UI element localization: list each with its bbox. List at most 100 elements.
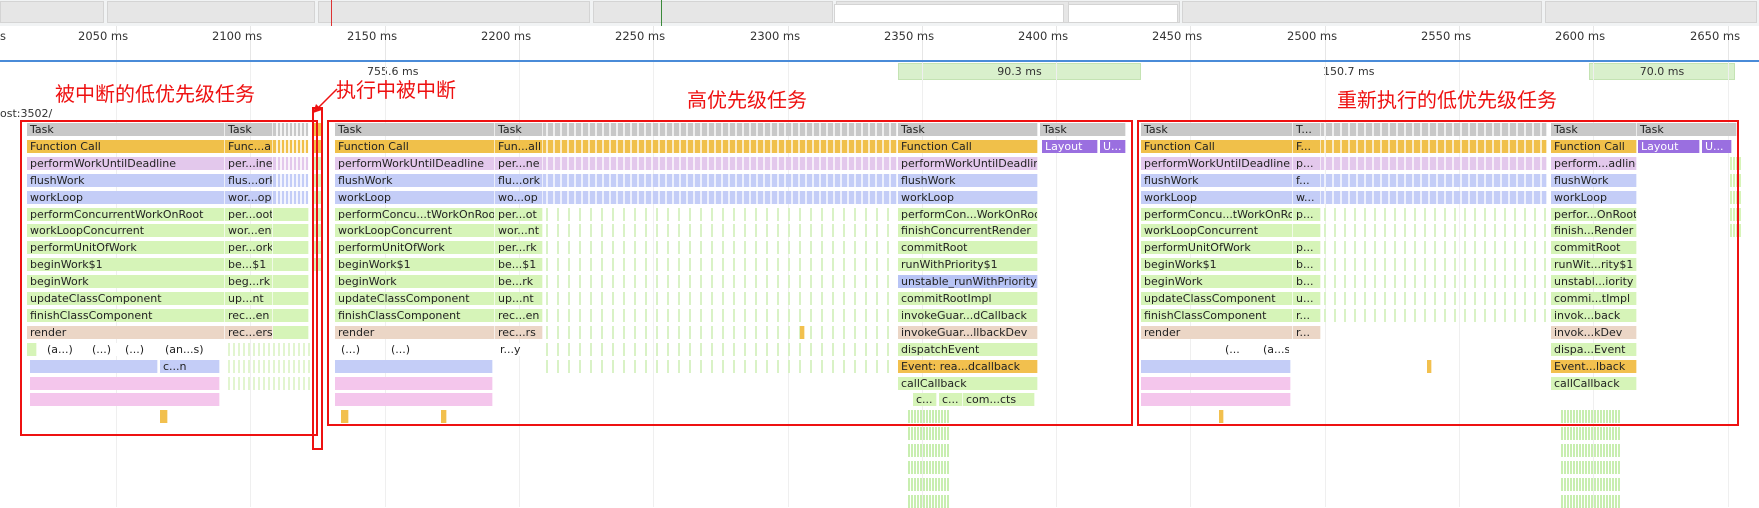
flame-micro-frame <box>947 444 949 457</box>
flame-micro-frame <box>1618 495 1620 508</box>
flame-micro-frame <box>911 427 913 440</box>
flame-micro-frame <box>926 444 928 457</box>
frames-track[interactable]: 755.6 ms 90.3 ms 150.7 ms 70.0 ms <box>0 62 1759 84</box>
flame-micro-frame <box>914 461 916 474</box>
flame-micro-frame <box>1591 444 1593 457</box>
ruler-tick-label: 2450 ms <box>1152 29 1203 43</box>
flame-micro-frame <box>911 478 913 491</box>
flame-micro-frame <box>1609 495 1611 508</box>
ruler-tick-label: 2500 ms <box>1287 29 1338 43</box>
flame-micro-frame <box>1615 478 1617 491</box>
overview-strip[interactable] <box>0 0 1759 27</box>
ruler-tick-label: 2150 ms <box>347 29 398 43</box>
flame-micro-frame <box>932 427 934 440</box>
flame-micro-frame <box>1561 461 1563 474</box>
flame-micro-frame <box>932 478 934 491</box>
flame-micro-frame <box>1561 495 1563 508</box>
flame-micro-frame <box>914 444 916 457</box>
flame-micro-frame <box>917 444 919 457</box>
flame-micro-frame <box>1603 495 1605 508</box>
flame-micro-frame <box>926 495 928 508</box>
flame-micro-frame <box>935 461 937 474</box>
frame-duration: 150.7 ms <box>1323 65 1375 78</box>
flame-micro-frame <box>1582 478 1584 491</box>
flame-micro-frame <box>1564 495 1566 508</box>
flame-micro-frame <box>944 461 946 474</box>
ruler-tick-label: 2200 ms <box>481 29 532 43</box>
flame-micro-frame <box>1573 461 1575 474</box>
flame-micro-frame <box>1609 444 1611 457</box>
flame-micro-frame <box>1576 427 1578 440</box>
flame-micro-frame <box>1582 444 1584 457</box>
flame-micro-frame <box>926 427 928 440</box>
flame-micro-frame <box>1567 478 1569 491</box>
flame-micro-frame <box>911 444 913 457</box>
flame-micro-frame <box>1570 461 1572 474</box>
flame-micro-frame <box>1615 461 1617 474</box>
flame-micro-frame <box>1567 427 1569 440</box>
flame-micro-frame <box>1579 495 1581 508</box>
flame-micro-frame <box>917 427 919 440</box>
ruler-tick-label: 2300 ms <box>750 29 801 43</box>
flame-micro-frame <box>1618 444 1620 457</box>
flame-micro-frame <box>1588 478 1590 491</box>
annotation-box-interrupted-during <box>312 107 323 450</box>
flame-micro-frame <box>1573 495 1575 508</box>
flame-micro-frame <box>1594 478 1596 491</box>
flame-micro-frame <box>932 461 934 474</box>
flame-micro-frame <box>1739 208 1741 221</box>
ruler-tick-label: 2100 ms <box>212 29 263 43</box>
flame-micro-frame <box>1585 461 1587 474</box>
flame-micro-frame <box>1594 427 1596 440</box>
flame-micro-frame <box>1597 427 1599 440</box>
flame-micro-frame <box>929 461 931 474</box>
flame-micro-frame <box>1612 444 1614 457</box>
flame-micro-frame <box>938 461 940 474</box>
flame-micro-frame <box>1564 427 1566 440</box>
flame-micro-frame <box>920 427 922 440</box>
flame-micro-frame <box>944 478 946 491</box>
flame-micro-frame <box>938 478 940 491</box>
flame-micro-frame <box>1561 444 1563 457</box>
flame-micro-frame <box>1564 444 1566 457</box>
flame-micro-frame <box>914 478 916 491</box>
flame-micro-frame <box>926 478 928 491</box>
flame-micro-frame <box>1573 427 1575 440</box>
flame-micro-frame <box>920 478 922 491</box>
flame-micro-frame <box>1612 495 1614 508</box>
overview-segment <box>593 1 833 23</box>
flame-micro-frame <box>938 444 940 457</box>
flame-micro-frame <box>917 495 919 508</box>
flame-micro-frame <box>911 461 913 474</box>
ruler-edge-label: s <box>0 29 6 43</box>
flame-micro-frame <box>1606 495 1608 508</box>
flame-micro-frame <box>1618 478 1620 491</box>
flame-micro-frame <box>1576 461 1578 474</box>
ruler-tick-label: 2350 ms <box>884 29 935 43</box>
flame-micro-frame <box>908 427 910 440</box>
flame-micro-frame <box>941 478 943 491</box>
flame-micro-frame <box>1612 478 1614 491</box>
time-ruler[interactable]: s 2050 ms 2100 ms 2150 ms 2200 ms 2250 ms 230… <box>0 26 1759 62</box>
flame-micro-frame <box>1615 495 1617 508</box>
overview-selection <box>834 4 1064 23</box>
flame-micro-frame <box>929 444 931 457</box>
flame-micro-frame <box>923 444 925 457</box>
annotation-box-interrupted-low <box>20 120 318 436</box>
flame-micro-frame <box>908 478 910 491</box>
flame-micro-frame <box>1573 444 1575 457</box>
ruler-tick-label: 2550 ms <box>1421 29 1472 43</box>
flame-micro-frame <box>1588 444 1590 457</box>
flame-micro-frame <box>1600 495 1602 508</box>
frame-duration[interactable]: 90.3 ms <box>898 63 1141 80</box>
flame-micro-frame <box>1579 427 1581 440</box>
frame-duration[interactable]: 70.0 ms <box>1589 63 1735 80</box>
flame-micro-frame <box>941 427 943 440</box>
flame-micro-frame <box>944 495 946 508</box>
flame-micro-frame <box>932 495 934 508</box>
flame-micro-frame <box>1594 495 1596 508</box>
ruler-tick-label: 2650 ms <box>1690 29 1741 43</box>
flame-micro-frame <box>941 495 943 508</box>
flame-micro-frame <box>1739 157 1741 170</box>
flame-micro-frame <box>1739 224 1741 237</box>
